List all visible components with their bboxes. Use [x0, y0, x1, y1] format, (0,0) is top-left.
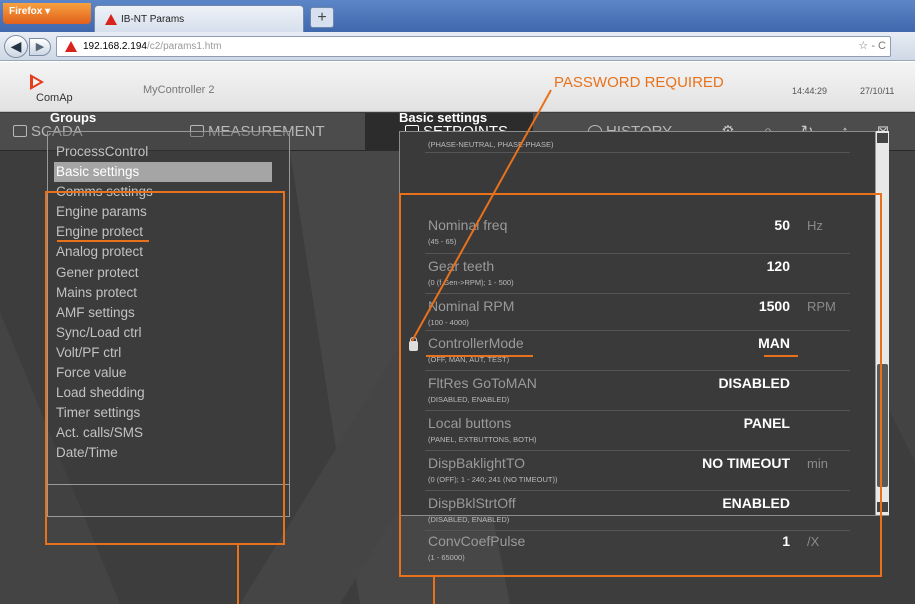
password-arrow: [411, 89, 552, 342]
screen: Firefox ▾ IB-NT Params + ◀ ▶ 192.168.2.1…: [0, 0, 915, 604]
